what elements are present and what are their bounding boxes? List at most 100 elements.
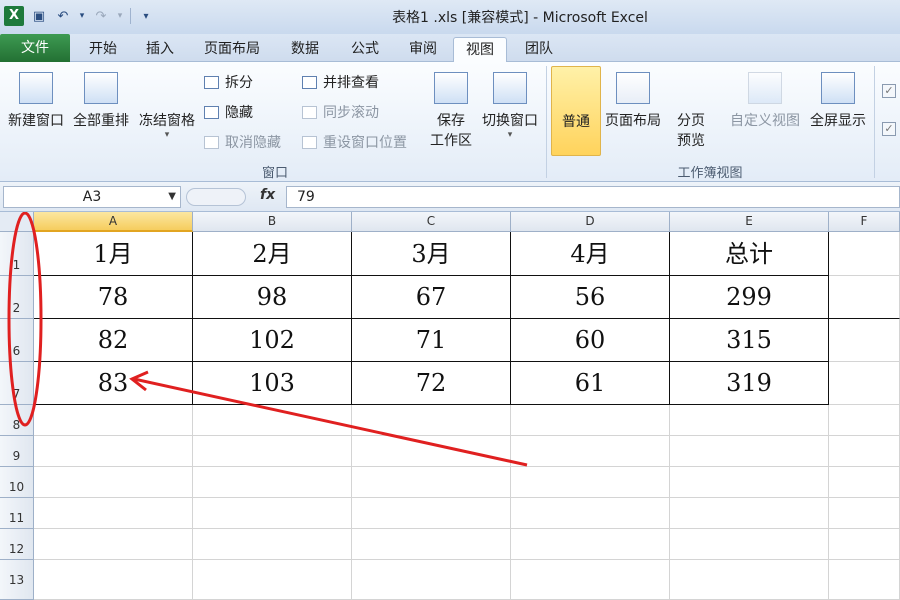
cell-empty[interactable] — [193, 436, 352, 467]
cell-b6[interactable]: 102 — [193, 319, 352, 362]
row-header[interactable]: 8 — [0, 405, 34, 436]
cell-empty[interactable] — [670, 467, 829, 498]
insert-function-icon[interactable]: fx — [260, 187, 275, 203]
view-side-by-side-button[interactable]: 并排查看 — [302, 72, 379, 92]
cell-empty[interactable] — [34, 467, 193, 498]
cell-empty[interactable] — [34, 560, 193, 600]
row-header[interactable]: 12 — [0, 529, 34, 560]
hide-button[interactable]: 隐藏 — [204, 102, 253, 122]
tab-team[interactable]: 团队 — [512, 37, 566, 62]
column-header-e[interactable]: E — [670, 212, 829, 232]
cell-b2[interactable]: 98 — [193, 276, 352, 319]
name-box[interactable]: A3 ▼ — [3, 186, 181, 208]
cell-empty[interactable] — [829, 405, 900, 436]
cell-empty[interactable] — [670, 498, 829, 529]
cell-a1[interactable]: 1月 — [34, 232, 193, 276]
row-header[interactable]: 6 — [0, 319, 34, 362]
freeze-panes-button[interactable]: 冻结窗格 ▾ — [134, 72, 200, 316]
row-header[interactable]: 7 — [0, 362, 34, 405]
cell-a2[interactable]: 78 — [34, 276, 193, 319]
cell-empty[interactable] — [670, 405, 829, 436]
cell-e2[interactable]: 299 — [670, 276, 829, 319]
cell-empty[interactable] — [193, 560, 352, 600]
show-checkbox-2[interactable]: ✓ — [882, 122, 896, 136]
column-header-d[interactable]: D — [511, 212, 670, 232]
row-header[interactable]: 1 — [0, 232, 34, 276]
cell-e1[interactable]: 总计 — [670, 232, 829, 276]
cell-empty[interactable] — [511, 498, 670, 529]
formula-input[interactable]: 79 — [286, 186, 900, 208]
new-window-button[interactable]: 新建窗口 — [4, 72, 68, 130]
cell-empty[interactable] — [829, 560, 900, 600]
cell-empty[interactable] — [193, 405, 352, 436]
cell-empty[interactable] — [670, 436, 829, 467]
cell-empty[interactable] — [193, 529, 352, 560]
tab-file[interactable]: 文件 — [0, 34, 70, 62]
tab-page-layout[interactable]: 页面布局 — [192, 37, 272, 62]
row-header[interactable]: 13 — [0, 560, 34, 600]
cell-c1[interactable]: 3月 — [352, 232, 511, 276]
formula-expand-handle[interactable] — [186, 188, 246, 206]
split-button[interactable]: 拆分 — [204, 72, 253, 92]
cell-a7[interactable]: 83 — [34, 362, 193, 405]
cell-empty[interactable] — [352, 436, 511, 467]
cell-empty[interactable] — [829, 498, 900, 529]
row-header[interactable]: 10 — [0, 467, 34, 498]
cell-empty[interactable] — [511, 529, 670, 560]
cell-empty[interactable] — [511, 467, 670, 498]
cell-b7[interactable]: 103 — [193, 362, 352, 405]
cell-a6[interactable]: 82 — [34, 319, 193, 362]
cell-empty[interactable] — [511, 405, 670, 436]
cell-empty[interactable] — [34, 436, 193, 467]
tab-home[interactable]: 开始 — [76, 37, 130, 62]
cell-empty[interactable] — [829, 436, 900, 467]
save-workspace-button[interactable]: 保存 工作区 — [424, 72, 478, 150]
cell-empty[interactable] — [193, 467, 352, 498]
cell-e7[interactable]: 319 — [670, 362, 829, 405]
tab-data[interactable]: 数据 — [278, 37, 332, 62]
cell-d7[interactable]: 61 — [511, 362, 670, 405]
cell-f1[interactable] — [829, 232, 900, 276]
cell-d1[interactable]: 4月 — [511, 232, 670, 276]
cell-empty[interactable] — [511, 560, 670, 600]
cell-f6[interactable] — [829, 319, 900, 362]
cell-empty[interactable] — [829, 529, 900, 560]
cell-d6[interactable]: 60 — [511, 319, 670, 362]
name-box-dropdown-icon[interactable]: ▼ — [168, 187, 176, 207]
tab-view[interactable]: 视图 — [453, 37, 507, 62]
cell-d2[interactable]: 56 — [511, 276, 670, 319]
tab-insert[interactable]: 插入 — [134, 37, 186, 62]
cell-empty[interactable] — [829, 467, 900, 498]
cell-c2[interactable]: 67 — [352, 276, 511, 319]
column-header-f[interactable]: F — [829, 212, 900, 232]
row-header[interactable]: 2 — [0, 276, 34, 319]
unhide-button[interactable]: 取消隐藏 — [204, 132, 281, 152]
column-header-a[interactable]: A — [34, 212, 193, 232]
row-header[interactable]: 11 — [0, 498, 34, 529]
arrange-all-button[interactable]: 全部重排 — [68, 72, 134, 130]
cell-empty[interactable] — [511, 436, 670, 467]
normal-view-button[interactable]: 普通 — [551, 66, 601, 317]
column-header-b[interactable]: B — [193, 212, 352, 232]
show-checkbox-1[interactable]: ✓ — [882, 84, 896, 98]
tab-review[interactable]: 审阅 — [396, 37, 450, 62]
custom-views-button[interactable]: 自定义视图 — [724, 72, 806, 130]
cell-empty[interactable] — [352, 529, 511, 560]
tab-formulas[interactable]: 公式 — [338, 37, 392, 62]
sync-scroll-button[interactable]: 同步滚动 — [302, 102, 379, 122]
cell-empty[interactable] — [34, 529, 193, 560]
cell-empty[interactable] — [352, 405, 511, 436]
reset-window-position-button[interactable]: 重设窗口位置 — [302, 132, 407, 152]
cell-empty[interactable] — [193, 498, 352, 529]
page-layout-view-button[interactable]: 页面布局 — [602, 72, 664, 130]
cell-c6[interactable]: 71 — [352, 319, 511, 362]
cell-empty[interactable] — [352, 498, 511, 529]
page-break-preview-button[interactable]: 分页 预览 — [664, 72, 718, 316]
row-header[interactable]: 9 — [0, 436, 34, 467]
cell-empty[interactable] — [352, 467, 511, 498]
cell-b1[interactable]: 2月 — [193, 232, 352, 276]
cell-f2[interactable] — [829, 276, 900, 319]
cell-empty[interactable] — [34, 405, 193, 436]
full-screen-button[interactable]: 全屏显示 — [806, 72, 870, 130]
column-header-c[interactable]: C — [352, 212, 511, 232]
